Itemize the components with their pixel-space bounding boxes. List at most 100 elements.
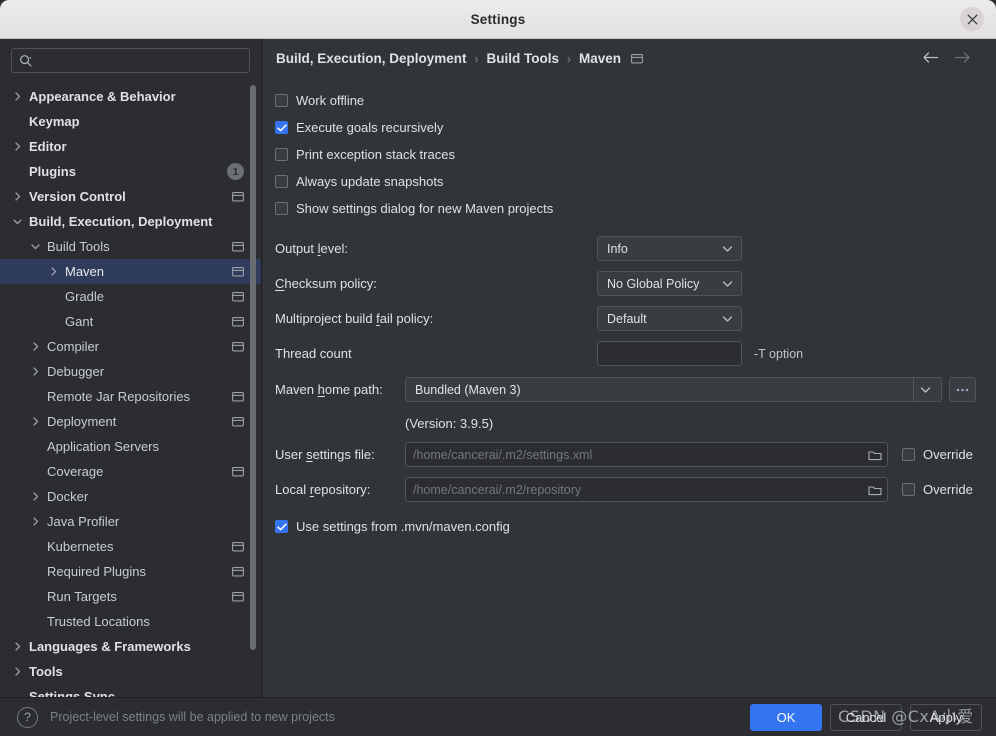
use-mvn-config-row[interactable]: Use settings from .mvn/maven.config — [275, 513, 986, 540]
sidebar-item-version-control[interactable]: Version Control — [0, 184, 261, 209]
checkbox-work-offline[interactable] — [275, 94, 288, 107]
arrow-right-icon[interactable] — [954, 51, 971, 64]
folder-icon[interactable] — [865, 484, 885, 496]
maven-home-browse-button[interactable] — [949, 377, 976, 402]
chevron-right-icon[interactable] — [46, 267, 60, 276]
multiproject-fail-policy-dropdown[interactable]: Default — [597, 306, 742, 331]
user-settings-file-input[interactable] — [413, 447, 865, 462]
close-icon[interactable] — [960, 7, 984, 31]
settings-tree[interactable]: Appearance & Behavior Keymap Editor Plugins… — [0, 84, 261, 697]
chevron-right-icon[interactable] — [28, 417, 42, 426]
project-level-icon — [631, 53, 644, 64]
chevron-right-icon[interactable] — [28, 367, 42, 376]
sidebar-item-gant[interactable]: Gant — [0, 309, 261, 334]
help-icon[interactable]: ? — [17, 706, 38, 728]
chevron-down-icon[interactable] — [913, 378, 937, 401]
sidebar-item-kubernetes[interactable]: Kubernetes — [0, 534, 261, 559]
sidebar-item-appearance-behavior[interactable]: Appearance & Behavior — [0, 84, 261, 109]
folder-icon[interactable] — [865, 449, 885, 461]
checkbox-always-update-snapshots[interactable] — [275, 175, 288, 188]
checkbox-label: Print exception stack traces — [296, 147, 455, 162]
nav-arrows — [922, 51, 971, 64]
checkbox-row[interactable]: Always update snapshots — [275, 168, 986, 195]
search-input[interactable] — [33, 53, 242, 68]
thread-count-label: Thread count — [275, 346, 352, 361]
user-settings-file-field[interactable] — [405, 442, 888, 467]
breadcrumb-item[interactable]: Build, Execution, Deployment — [276, 51, 467, 66]
sidebar-scrollbar-thumb[interactable] — [250, 85, 256, 650]
chevron-right-icon[interactable] — [10, 92, 24, 101]
sidebar-item-build-execution-deployment[interactable]: Build, Execution, Deployment — [0, 209, 261, 234]
sidebar-item-build-tools[interactable]: Build Tools — [0, 234, 261, 259]
chevron-right-icon[interactable] — [10, 642, 24, 651]
project-level-icon — [232, 391, 244, 402]
cancel-button[interactable]: Cancel — [830, 703, 902, 731]
sidebar-item-keymap[interactable]: Keymap — [0, 109, 261, 134]
sidebar-item-label: Build Tools — [47, 239, 110, 254]
checkbox-execute-goals-recursively[interactable] — [275, 121, 288, 134]
sidebar-item-gradle[interactable]: Gradle — [0, 284, 261, 309]
chevron-right-icon[interactable] — [10, 667, 24, 676]
sidebar-item-label: Build, Execution, Deployment — [29, 214, 213, 229]
window-title: Settings — [470, 11, 526, 27]
sidebar-item-deployment[interactable]: Deployment — [0, 409, 261, 434]
checkbox-row[interactable]: Print exception stack traces — [275, 141, 986, 168]
user-settings-override-checkbox[interactable] — [902, 448, 915, 461]
checksum-policy-dropdown[interactable]: No Global Policy — [597, 271, 742, 296]
sidebar-item-coverage[interactable]: Coverage — [0, 459, 261, 484]
breadcrumb-item[interactable]: Maven — [579, 51, 621, 66]
checkbox-row[interactable]: Execute goals recursively — [275, 114, 986, 141]
output-level-dropdown[interactable]: Info — [597, 236, 742, 261]
sidebar-item-remote-jar-repositories[interactable]: Remote Jar Repositories — [0, 384, 261, 409]
sidebar-item-badge: 1 — [227, 163, 244, 180]
footer-note: Project-level settings will be applied t… — [50, 710, 335, 724]
ok-button[interactable]: OK — [750, 703, 822, 731]
arrow-left-icon[interactable] — [922, 51, 939, 64]
chevron-down-icon — [718, 315, 737, 323]
search-box[interactable] — [11, 48, 250, 73]
chevron-right-icon[interactable] — [28, 342, 42, 351]
local-repository-override[interactable]: Override — [902, 482, 973, 497]
sidebar-item-plugins[interactable]: Plugins 1 — [0, 159, 261, 184]
sidebar-item-trusted-locations[interactable]: Trusted Locations — [0, 609, 261, 634]
local-repository-input[interactable] — [413, 482, 865, 497]
chevron-right-icon[interactable] — [10, 142, 24, 151]
sidebar-item-label: Debugger — [47, 364, 105, 379]
sidebar-item-maven[interactable]: Maven — [0, 259, 261, 284]
checkbox-row[interactable]: Work offline — [275, 87, 986, 114]
checkbox-show-settings-dialog-for-new-maven-projects[interactable] — [275, 202, 288, 215]
sidebar-item-editor[interactable]: Editor — [0, 134, 261, 159]
user-settings-override[interactable]: Override — [902, 447, 973, 462]
chevron-down-icon[interactable] — [28, 242, 42, 251]
chevron-right-icon[interactable] — [10, 192, 24, 201]
thread-count-field[interactable] — [597, 341, 742, 366]
sidebar-item-settings-sync[interactable]: Settings Sync — [0, 684, 261, 697]
maven-home-path-row: Maven home path: Bundled (Maven 3) — [275, 371, 986, 408]
apply-button[interactable]: Apply — [910, 703, 982, 731]
local-repository-field[interactable] — [405, 477, 888, 502]
sidebar-item-docker[interactable]: Docker — [0, 484, 261, 509]
sidebar-item-languages-frameworks[interactable]: Languages & Frameworks — [0, 634, 261, 659]
breadcrumb-item[interactable]: Build Tools — [487, 51, 560, 66]
local-repository-override-checkbox[interactable] — [902, 483, 915, 496]
project-level-icon — [232, 466, 244, 477]
use-mvn-config-checkbox[interactable] — [275, 520, 288, 533]
sidebar-item-application-servers[interactable]: Application Servers — [0, 434, 261, 459]
chevron-down-icon — [718, 245, 737, 253]
sidebar-item-java-profiler[interactable]: Java Profiler — [0, 509, 261, 534]
project-level-icon — [232, 241, 244, 252]
sidebar-item-run-targets[interactable]: Run Targets — [0, 584, 261, 609]
thread-count-input[interactable] — [605, 346, 734, 361]
checkbox-print-exception-stack-traces[interactable] — [275, 148, 288, 161]
chevron-right-icon[interactable] — [28, 492, 42, 501]
sidebar-item-compiler[interactable]: Compiler — [0, 334, 261, 359]
settings-dialog: Settings Appearance & Behavior Keymap Ed… — [0, 0, 996, 736]
sidebar-item-debugger[interactable]: Debugger — [0, 359, 261, 384]
sidebar-item-tools[interactable]: Tools — [0, 659, 261, 684]
maven-home-path-dropdown[interactable]: Bundled (Maven 3) — [405, 377, 942, 402]
chevron-right-icon[interactable] — [28, 517, 42, 526]
chevron-down-icon[interactable] — [10, 217, 24, 226]
output-level-value: Info — [607, 241, 628, 256]
sidebar-item-required-plugins[interactable]: Required Plugins — [0, 559, 261, 584]
checkbox-row[interactable]: Show settings dialog for new Maven proje… — [275, 195, 986, 222]
